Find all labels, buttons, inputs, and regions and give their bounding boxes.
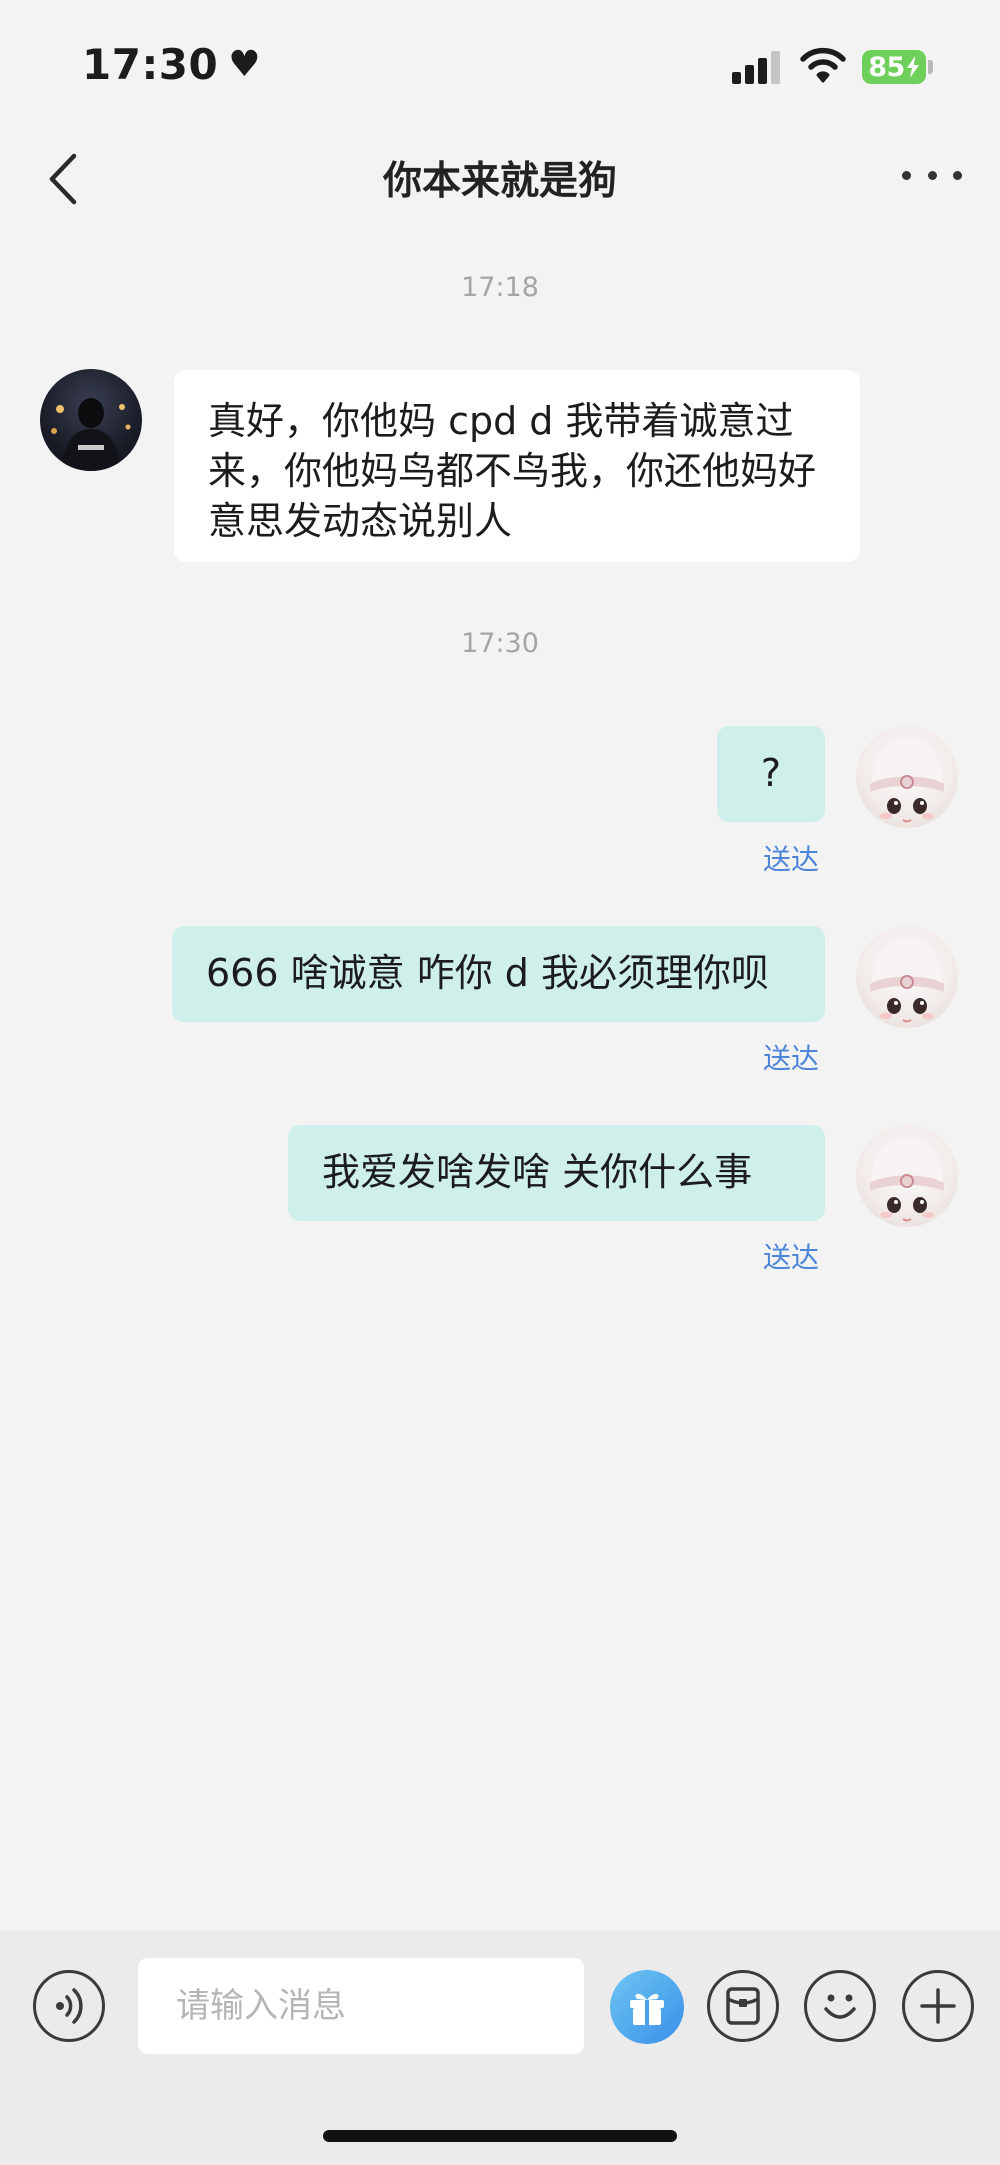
signal-icon <box>732 50 782 84</box>
status-time: 17:30 ♥ <box>82 40 261 89</box>
red-packet-icon <box>726 1987 760 2025</box>
my-avatar[interactable] <box>856 926 958 1028</box>
outgoing-message-bubble[interactable]: 我爱发啥发啥 关你什么事 <box>288 1125 825 1221</box>
incoming-message-bubble[interactable]: 真好，你他妈 cpd d 我带着诚意过来，你他妈鸟都不鸟我，你还他妈好意思发动态… <box>174 370 860 562</box>
emoji-button[interactable] <box>804 1970 876 2042</box>
home-indicator[interactable] <box>323 2130 677 2142</box>
my-avatar[interactable] <box>856 726 958 828</box>
my-avatar[interactable] <box>856 1125 958 1227</box>
voice-icon <box>56 1988 83 2024</box>
outgoing-message-bubble[interactable]: 666 啥诚意 咋你 d 我必须理你呗 <box>172 926 825 1022</box>
delivered-status: 送达 <box>763 1241 820 1274</box>
emoji-icon <box>824 1994 856 2019</box>
battery-level: 85 <box>868 51 905 83</box>
battery-charging-icon: 85 <box>862 50 926 84</box>
peer-avatar[interactable] <box>40 369 142 471</box>
voice-button[interactable] <box>33 1970 105 2042</box>
delivered-status: 送达 <box>763 843 820 876</box>
status-bar: 17:30 ♥ 85 <box>0 0 1000 130</box>
red-packet-button[interactable] <box>707 1970 779 2042</box>
more-horizontal-icon <box>902 170 911 180</box>
timestamp: 17:30 <box>461 628 539 659</box>
plus-icon <box>920 1988 956 2024</box>
more-button[interactable] <box>902 150 962 200</box>
wifi-icon <box>800 47 846 83</box>
heart-icon: ♥ <box>228 43 261 85</box>
charging-bolt-icon <box>906 56 919 78</box>
plus-button[interactable] <box>902 1970 974 2042</box>
status-time-text: 17:30 <box>82 40 219 89</box>
gift-icon <box>630 1993 664 2025</box>
delivered-status: 送达 <box>763 1042 820 1075</box>
chat-header: 你本来就是狗 <box>0 130 1000 225</box>
gift-button[interactable] <box>610 1970 684 2044</box>
timestamp: 17:18 <box>461 272 539 303</box>
chat-title: 你本来就是狗 <box>382 159 617 204</box>
outgoing-message-bubble[interactable]: ? <box>717 726 825 822</box>
message-input[interactable] <box>138 1958 584 2054</box>
battery-tip <box>928 60 933 74</box>
